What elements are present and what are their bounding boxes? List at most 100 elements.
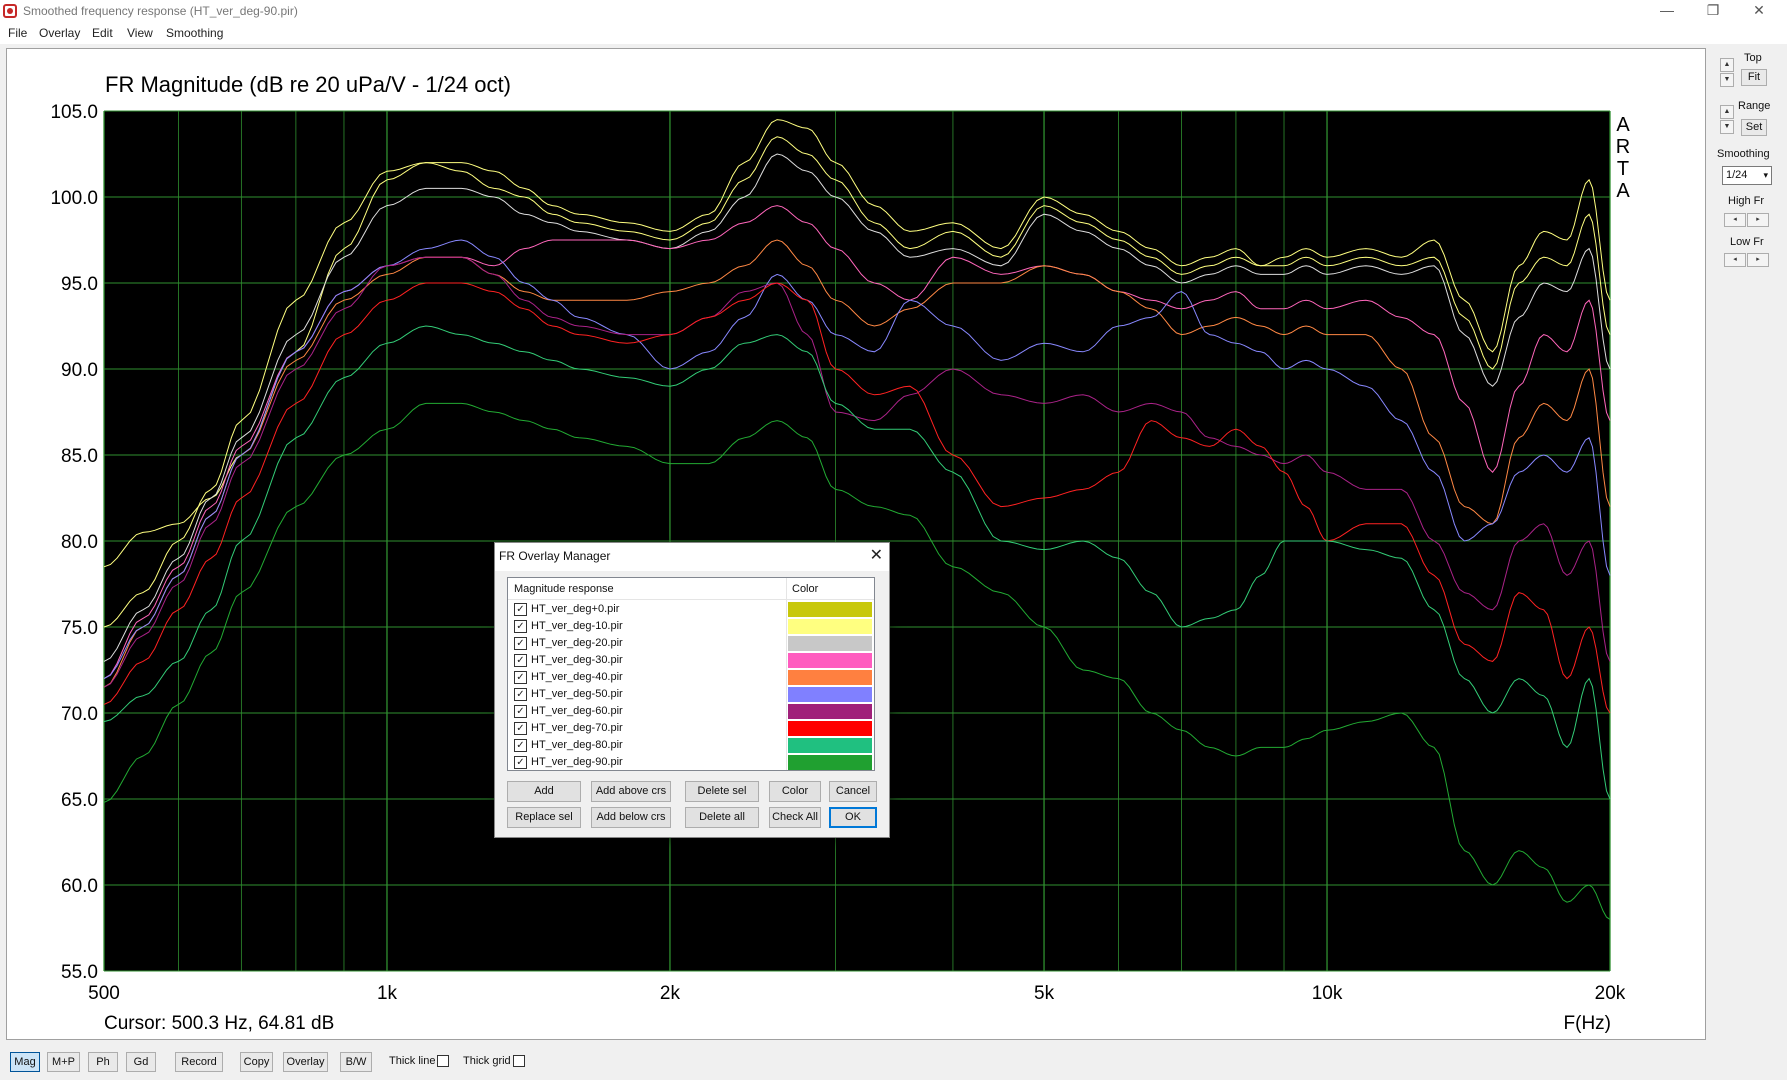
row-name: HT_ver_deg-40.pir (531, 671, 623, 683)
thick-grid-checkbox[interactable] (513, 1055, 525, 1067)
row-checkbox[interactable]: ✓ (514, 722, 527, 735)
row-name: HT_ver_deg-90.pir (531, 756, 623, 768)
maximize-button[interactable]: ❐ (1690, 0, 1736, 22)
row-color-swatch[interactable] (788, 687, 872, 702)
low-fr-label: Low Fr (1730, 236, 1764, 248)
row-checkbox[interactable]: ✓ (514, 620, 527, 633)
thick-line-label: Thick line (389, 1055, 436, 1067)
list-item[interactable]: ✓ HT_ver_deg+0.pir (508, 601, 874, 618)
bw-button[interactable]: B/W (340, 1052, 372, 1072)
group-delay-button[interactable]: Gd (126, 1052, 156, 1072)
low-fr-left-button[interactable]: ◂ (1724, 253, 1746, 267)
row-color-swatch[interactable] (788, 755, 872, 770)
x-axis-label: F(Hz) (1564, 1013, 1611, 1034)
list-item[interactable]: ✓ HT_ver_deg-10.pir (508, 618, 874, 635)
row-name: HT_ver_deg-30.pir (531, 654, 623, 666)
row-checkbox[interactable]: ✓ (514, 756, 527, 769)
row-checkbox[interactable]: ✓ (514, 654, 527, 667)
menu-overlay[interactable]: Overlay (39, 26, 80, 40)
watermark-letter: T (1617, 158, 1629, 180)
close-button[interactable]: ✕ (1736, 0, 1782, 22)
fit-button[interactable]: Fit (1741, 69, 1767, 86)
row-name: HT_ver_deg-50.pir (531, 688, 623, 700)
row-color-swatch[interactable] (788, 619, 872, 634)
range-label: Range (1738, 100, 1771, 112)
check-all-button[interactable]: Check All (769, 807, 821, 828)
arta-watermark: ARTA (1616, 114, 1631, 202)
menu-smoothing[interactable]: Smoothing (166, 26, 223, 40)
row-name: HT_ver_deg-20.pir (531, 637, 623, 649)
range-up-spin[interactable]: ▲ (1720, 105, 1734, 119)
list-item[interactable]: ✓ HT_ver_deg-90.pir (508, 754, 874, 770)
row-checkbox[interactable]: ✓ (514, 705, 527, 718)
replace-selected-button[interactable]: Replace sel (507, 807, 581, 828)
row-color-swatch[interactable] (788, 636, 872, 651)
list-item[interactable]: ✓ HT_ver_deg-70.pir (508, 720, 874, 737)
y-tick-label: 105.0 (50, 102, 98, 123)
smoothing-select[interactable]: 1/24 ▾ (1722, 166, 1772, 185)
close-icon[interactable]: ✕ (870, 546, 883, 566)
cancel-button[interactable]: Cancel (829, 781, 877, 802)
top-up-spin[interactable]: ▲ (1720, 58, 1734, 72)
y-tick-label: 60.0 (61, 876, 98, 897)
minimize-button[interactable]: — (1644, 0, 1690, 22)
thick-line-checkbox[interactable] (437, 1055, 449, 1067)
menu-file[interactable]: File (8, 26, 27, 40)
list-item[interactable]: ✓ HT_ver_deg-50.pir (508, 686, 874, 703)
y-tick-label: 70.0 (61, 704, 98, 725)
high-fr-left-button[interactable]: ◂ (1724, 213, 1746, 227)
menu-view[interactable]: View (127, 26, 153, 40)
x-tick-label: 2k (660, 983, 681, 1004)
list-item[interactable]: ✓ HT_ver_deg-40.pir (508, 669, 874, 686)
copy-button[interactable]: Copy (240, 1052, 273, 1072)
menu-bar: File Overlay Edit View Smoothing (0, 22, 1787, 44)
row-checkbox[interactable]: ✓ (514, 603, 527, 616)
row-color-swatch[interactable] (788, 602, 872, 617)
overlay-button[interactable]: Overlay (283, 1052, 328, 1072)
add-button[interactable]: Add (507, 781, 581, 802)
smoothing-value: 1/24 (1726, 169, 1748, 181)
row-color-swatch[interactable] (788, 738, 872, 753)
y-tick-label: 80.0 (61, 532, 98, 553)
phase-button[interactable]: Ph (88, 1052, 118, 1072)
row-color-swatch[interactable] (788, 653, 872, 668)
row-color-swatch[interactable] (788, 670, 872, 685)
y-tick-label: 100.0 (50, 188, 98, 209)
y-tick-label: 95.0 (61, 274, 98, 295)
thick-grid-label: Thick grid (463, 1055, 511, 1067)
top-down-spin[interactable]: ▼ (1720, 73, 1734, 87)
menu-edit[interactable]: Edit (92, 26, 113, 40)
overlay-list[interactable]: Magnitude response Color ✓ HT_ver_deg+0.p… (507, 577, 875, 771)
mag-phase-button[interactable]: M+P (47, 1052, 80, 1072)
record-button[interactable]: Record (175, 1052, 223, 1072)
row-checkbox[interactable]: ✓ (514, 688, 527, 701)
list-item[interactable]: ✓ HT_ver_deg-20.pir (508, 635, 874, 652)
add-below-cursor-button[interactable]: Add below crs (591, 807, 671, 828)
list-item[interactable]: ✓ HT_ver_deg-80.pir (508, 737, 874, 754)
delete-selected-button[interactable]: Delete sel (685, 781, 759, 802)
chart-title: FR Magnitude (dB re 20 uPa/V - 1/24 oct) (105, 72, 511, 97)
mag-button[interactable]: Mag (10, 1052, 40, 1072)
row-color-swatch[interactable] (788, 704, 872, 719)
row-checkbox[interactable]: ✓ (514, 637, 527, 650)
overlay-manager-dialog: FR Overlay Manager ✕ Magnitude response … (494, 542, 890, 838)
app-icon (3, 4, 17, 18)
column-separator (786, 578, 787, 600)
high-fr-right-button[interactable]: ▸ (1747, 213, 1769, 227)
row-checkbox[interactable]: ✓ (514, 671, 527, 684)
watermark-letter: R (1616, 136, 1630, 158)
list-item[interactable]: ✓ HT_ver_deg-30.pir (508, 652, 874, 669)
set-button[interactable]: Set (1741, 119, 1767, 136)
row-color-swatch[interactable] (788, 721, 872, 736)
ok-button[interactable]: OK (829, 807, 877, 828)
add-above-cursor-button[interactable]: Add above crs (591, 781, 671, 802)
row-checkbox[interactable]: ✓ (514, 739, 527, 752)
delete-all-button[interactable]: Delete all (685, 807, 759, 828)
watermark-letter: A (1616, 114, 1630, 136)
list-item[interactable]: ✓ HT_ver_deg-60.pir (508, 703, 874, 720)
color-button[interactable]: Color (769, 781, 821, 802)
chevron-down-icon: ▾ (1763, 170, 1768, 180)
range-down-spin[interactable]: ▼ (1720, 120, 1734, 134)
low-fr-right-button[interactable]: ▸ (1747, 253, 1769, 267)
row-name: HT_ver_deg+0.pir (531, 603, 620, 615)
